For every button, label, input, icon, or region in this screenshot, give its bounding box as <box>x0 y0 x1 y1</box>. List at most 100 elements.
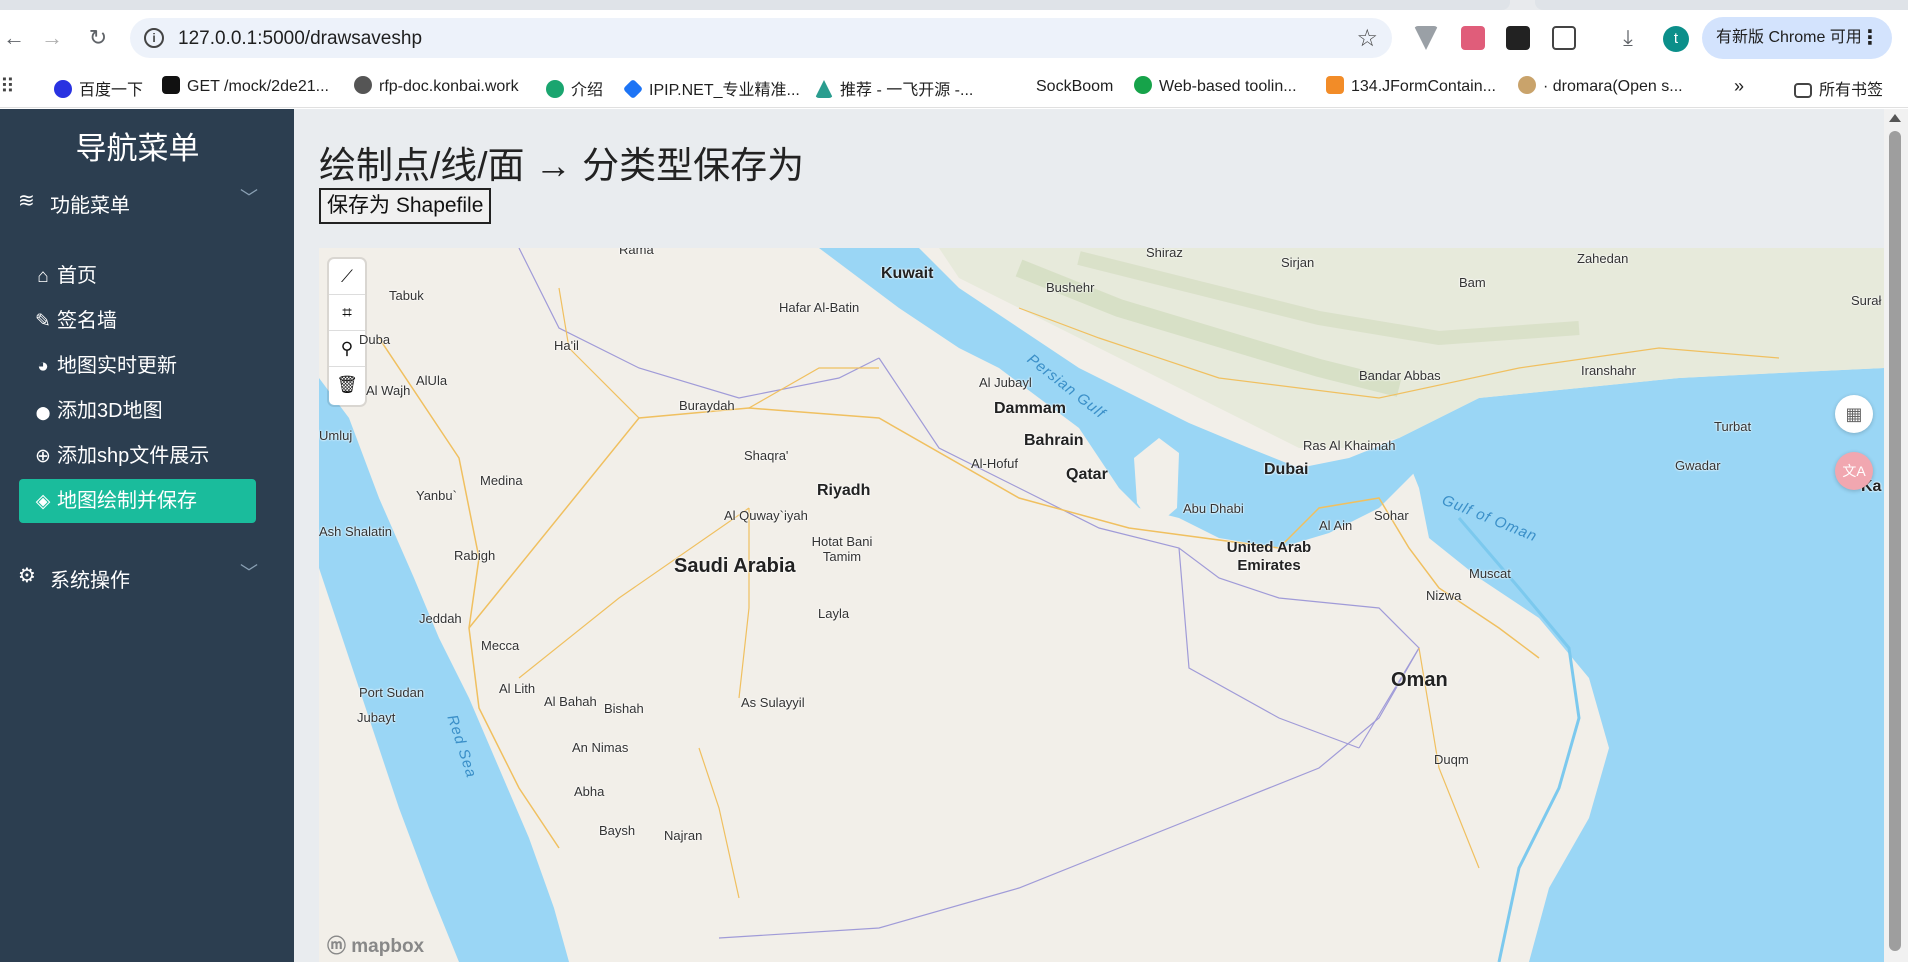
site-info-icon[interactable]: i <box>144 28 164 48</box>
map-label: Muscat <box>1469 566 1511 581</box>
map-label: Layla <box>818 606 850 621</box>
menu-group-features[interactable]: ≋ 功能菜单 ﹀ <box>18 184 258 220</box>
more-menu-icon[interactable]: ⋮ <box>1860 17 1880 59</box>
mapbox-logo[interactable]: ⓜ mapbox <box>327 931 424 958</box>
download-icon[interactable]: ⤓ <box>1614 24 1642 52</box>
bookmark-label: 所有书签 <box>1819 82 1884 99</box>
map-label: Nizwa <box>1426 588 1462 603</box>
sidebar-item-home[interactable]: ⌂ 首页 <box>19 254 256 298</box>
more-bookmarks-icon[interactable]: » <box>1734 76 1744 97</box>
reload-icon[interactable]: ↻ <box>84 24 112 52</box>
map-label: Al Lith <box>499 681 536 696</box>
map-label: Medina <box>480 473 523 488</box>
bookmark-item[interactable]: 推荐 - 一飞开源 -... <box>815 76 973 100</box>
bookmark-item[interactable]: 134.JFormContain... <box>1326 76 1496 96</box>
map-label: United Arab Emirates <box>1226 539 1312 574</box>
save-shapefile-button[interactable]: 保存为 Shapefile <box>319 188 492 224</box>
sidebar-item-label: 添加shp文件展示 <box>57 445 210 467</box>
extensions-puzzle-icon[interactable] <box>1552 26 1576 50</box>
attribution-text: mapbox <box>351 936 425 957</box>
triangle-icon <box>815 80 833 98</box>
extension-v-icon[interactable] <box>1414 26 1438 50</box>
sidebar-item-draw-save[interactable]: ◈ 地图绘制并保存 <box>19 479 256 523</box>
map-label: Zahedan <box>1577 251 1629 266</box>
draw-polygon-icon[interactable]: ⌗ <box>329 295 365 331</box>
map-label: Gwadar <box>1675 458 1721 473</box>
all-bookmarks-folder[interactable]: 所有书签 <box>1794 76 1883 100</box>
layers-icon: ≋ <box>18 190 35 212</box>
map-label: Al Jubayl <box>979 375 1032 390</box>
address-bar[interactable]: i 127.0.0.1:5000/drawsaveshp ☆ <box>130 18 1392 58</box>
bookmark-item[interactable]: 百度一下 <box>54 76 143 100</box>
sidebar-item-3d-map[interactable]: ⬤ 添加3D地图 <box>19 389 256 433</box>
bookmark-label: 百度一下 <box>79 82 144 99</box>
page-scrollbar[interactable] <box>1884 109 1908 962</box>
bookmark-label: Web-based toolin... <box>1159 78 1297 95</box>
translate-float-icon[interactable]: 文A <box>1835 452 1873 490</box>
map-label: Ha'il <box>554 338 579 353</box>
map-label: Rabigh <box>454 548 496 563</box>
leaf-icon <box>546 80 564 98</box>
map-label: Al Wajh <box>366 383 411 398</box>
map-label: Abu Dhabi <box>1183 501 1244 516</box>
menu-group-label: 功能菜单 <box>50 195 130 217</box>
sidebar-item-signature-wall[interactable]: ✎ 签名墙 <box>19 299 256 343</box>
sidebar-item-label: 签名墙 <box>57 310 117 332</box>
active-tab[interactable] <box>0 0 1510 10</box>
map-label: Saudi Arabia <box>674 555 796 577</box>
inactive-tab[interactable] <box>1535 0 1908 10</box>
map-marker-icon: ⬤ <box>35 405 51 420</box>
scrollbar-thumb[interactable] <box>1889 131 1901 951</box>
chevron-down-icon: ﹀ <box>240 563 258 583</box>
map-label: Bandar Abbas <box>1359 368 1441 383</box>
map-label: Jeddah <box>419 611 462 626</box>
bookmark-item[interactable]: rfp-doc.konbai.work <box>354 76 519 96</box>
bookmark-item[interactable]: 介绍 <box>546 76 603 100</box>
sidebar-item-map-realtime[interactable]: ◕ 地图实时更新 <box>19 344 256 388</box>
forward-icon[interactable]: → <box>38 24 66 52</box>
url-text[interactable]: 127.0.0.1:5000/drawsaveshp <box>178 28 422 50</box>
bookmark-item[interactable]: IPIP.NET_专业精准... <box>622 76 800 100</box>
bookmark-item[interactable]: Web-based toolin... <box>1134 76 1297 96</box>
sidebar-item-shp-display[interactable]: ⊕ 添加shp文件展示 <box>19 434 256 478</box>
qr-code-icon[interactable]: ▦ <box>1835 395 1873 433</box>
draw-line-icon[interactable]: ⟋ <box>329 259 365 295</box>
map-label: Riyadh <box>817 482 871 499</box>
profile-avatar[interactable]: t <box>1663 26 1689 52</box>
menu-group-system[interactable]: ⚙ 系统操作 ﹀ <box>18 559 258 595</box>
bookmark-item[interactable]: · dromara(Open s... <box>1518 76 1683 96</box>
bookmark-label: IPIP.NET_专业精准... <box>649 82 800 99</box>
map-label: Al Bahah <box>544 694 597 709</box>
brush-icon: ✎ <box>35 311 51 332</box>
folder-icon <box>1794 83 1812 98</box>
map-label: Bushehr <box>1046 280 1095 295</box>
map-label: Bahrain <box>1024 432 1084 449</box>
dromara-icon <box>1518 76 1536 94</box>
trash-icon[interactable]: 🗑 <box>329 367 365 403</box>
bookmark-item[interactable]: GET /mock/2de21... <box>162 76 329 96</box>
map-label: Qatar <box>1066 466 1108 483</box>
sidebar-item-label: 首页 <box>57 265 97 287</box>
bookmark-label: 推荐 - 一飞开源 -... <box>840 82 974 99</box>
back-icon[interactable]: ← <box>0 24 28 52</box>
baidu-icon <box>54 80 72 98</box>
extension-translate-icon[interactable] <box>1461 26 1485 50</box>
crosshair-icon: ⊕ <box>35 446 51 467</box>
map-label: Sirjan <box>1281 255 1315 270</box>
bookmark-star-icon[interactable]: ☆ <box>1356 24 1378 53</box>
chrome-update-button[interactable]: 有新版 Chrome 可用 ⋮ <box>1702 17 1892 59</box>
mock-icon <box>162 76 180 94</box>
tooling-icon <box>1134 76 1152 94</box>
map-label: Duqm <box>1434 752 1469 767</box>
map-label: Hafar Al-Batin <box>779 300 860 315</box>
apps-grid-icon[interactable]: ⠿ <box>0 74 15 99</box>
bookmark-item[interactable]: SockBoom <box>1010 76 1113 96</box>
extension-gif-icon[interactable] <box>1506 26 1530 50</box>
scroll-up-icon[interactable] <box>1889 114 1901 122</box>
sidebar-item-label: 地图实时更新 <box>57 355 177 377</box>
map-canvas[interactable]: ⟋ ⌗ ⚲ 🗑 Kuwait Shiraz Sirjan Zahedan Bam… <box>319 248 1884 962</box>
map-label: Al-Hofuf <box>971 456 1018 471</box>
map-label: Duba <box>359 332 391 347</box>
map-label: Hotat Bani Tamim <box>811 534 873 564</box>
map-label: Mecca <box>481 638 520 653</box>
